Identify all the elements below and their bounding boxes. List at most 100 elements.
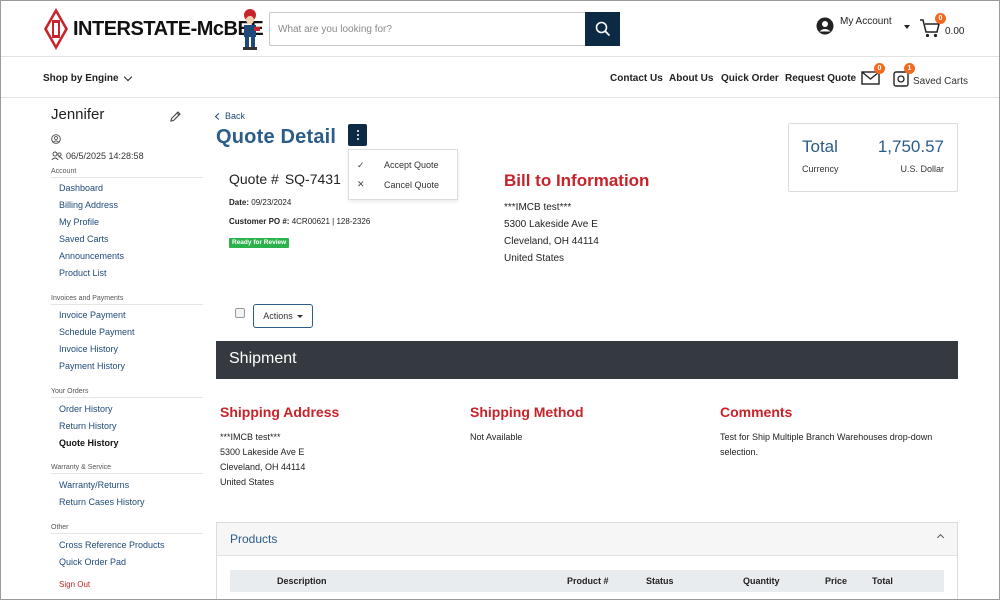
shipping-method-title: Shipping Method (470, 404, 584, 420)
column-price[interactable]: Price (825, 576, 847, 586)
saved-carts-label[interactable]: Saved Carts (913, 76, 968, 87)
brand-logo[interactable]: INTERSTATE-McBEE (43, 7, 264, 51)
sign-out-link[interactable]: Sign Out (59, 580, 90, 589)
quote-date: Date: 09/23/2024 (229, 198, 291, 207)
column-product-number[interactable]: Product # (567, 576, 609, 586)
nav-quick-order[interactable]: Quick Order (721, 73, 779, 84)
page-title: Quote Detail (216, 126, 337, 148)
my-account-label: My Account (840, 15, 892, 27)
quote-number-label: Quote # (229, 171, 279, 187)
search-button[interactable] (585, 12, 620, 46)
search-box (269, 12, 620, 46)
sidebar-item-dashboard[interactable]: Dashboard (59, 183, 103, 193)
sidebar-item-invoice-history[interactable]: Invoice History (59, 344, 118, 354)
search-input[interactable] (270, 13, 585, 45)
kebab-dot (356, 130, 359, 132)
brand-diamond-icon (44, 8, 68, 50)
page-frame: INTERSTATE-McBEE What are you looking fo… (0, 0, 1000, 600)
shipment-header: Shipment (216, 341, 958, 379)
actions-label: Actions (263, 311, 293, 321)
sidebar-item-return-history[interactable]: Return History (59, 421, 117, 431)
sidebar-item-quote-history[interactable]: Quote History (59, 438, 119, 448)
main-nav: Shop by Engine Contact Us About Us Quick… (1, 58, 999, 98)
account-caret-icon[interactable] (904, 25, 910, 29)
shop-by-engine-menu[interactable]: Shop by Engine (43, 72, 132, 84)
bill-line: Cleveland, OH 44114 (504, 236, 599, 247)
cart-total: 0.00 (945, 26, 965, 37)
close-icon: ✕ (357, 179, 365, 189)
total-amount: 1,750.57 (877, 137, 944, 156)
currency-label: Currency (802, 164, 839, 174)
section-account: Account (51, 168, 203, 178)
pencil-icon[interactable] (169, 110, 182, 123)
total-label: Total (802, 137, 838, 156)
sidebar-item-invoice-payment[interactable]: Invoice Payment (59, 310, 126, 320)
shop-by-engine-label: Shop by Engine (43, 73, 119, 84)
actions-dropdown[interactable]: Actions (253, 304, 313, 328)
section-other: Other (51, 524, 203, 534)
back-label: Back (225, 111, 246, 121)
shipping-address-title: Shipping Address (220, 404, 340, 420)
column-description[interactable]: Description (277, 576, 327, 586)
quote-options-button[interactable] (348, 124, 367, 146)
brand-name: INTERSTATE-McBEE (73, 17, 264, 40)
nav-about-us[interactable]: About Us (669, 73, 713, 84)
chevron-left-icon (214, 112, 223, 120)
check-icon: ✓ (357, 160, 365, 170)
sidebar-item-cross-reference-products[interactable]: Cross Reference Products (59, 540, 165, 550)
cart-button[interactable]: 0 (919, 13, 946, 39)
nav-request-quote[interactable]: Request Quote (785, 73, 856, 84)
saved-carts-count-badge: 1 (904, 63, 915, 74)
sidebar-item-product-list[interactable]: Product List (59, 268, 107, 278)
shipping-address-line: ***IMCB test*** (220, 432, 281, 442)
comments-line: Test for Ship Multiple Branch Warehouses… (720, 432, 933, 442)
sidebar-item-my-profile[interactable]: My Profile (59, 217, 99, 227)
messages-button[interactable]: 0 (861, 63, 885, 91)
cart-count-badge: 0 (935, 13, 946, 24)
column-quantity[interactable]: Quantity (743, 576, 780, 586)
date-value: 09/23/2024 (251, 198, 292, 207)
products-header[interactable]: Products (217, 523, 957, 556)
section-invoices-payments: Invoices and Payments (51, 295, 203, 305)
chevron-down-icon (123, 72, 132, 81)
column-total[interactable]: Total (872, 576, 893, 586)
sidebar-item-billing-address[interactable]: Billing Address (59, 200, 118, 210)
cancel-quote-item[interactable]: Cancel Quote (384, 180, 439, 190)
comments-title: Comments (720, 404, 793, 420)
back-link[interactable]: Back (214, 111, 246, 121)
customer-po: Customer PO #: 4CR00621 | 128-2326 (229, 217, 370, 226)
shipping-method-value: Not Available (470, 432, 523, 442)
saved-carts-button[interactable]: 1 (892, 63, 915, 93)
nav-contact-us[interactable]: Contact Us (610, 73, 663, 84)
shipping-address-line: 5300 Lakeside Ave E (220, 447, 305, 457)
sidebar-item-saved-carts[interactable]: Saved Carts (59, 234, 109, 244)
user-circle-icon (51, 134, 61, 144)
sidebar-item-warranty-returns[interactable]: Warranty/Returns (59, 480, 129, 490)
date-label: Date: (229, 198, 250, 207)
quote-number-value: SQ-7431 (284, 171, 341, 187)
my-account-menu[interactable]: My Account (816, 15, 892, 35)
bill-line: 5300 Lakeside Ave E (504, 219, 598, 230)
sidebar-item-payment-history[interactable]: Payment History (59, 361, 125, 371)
chevron-up-icon[interactable] (936, 533, 945, 542)
sidebar-item-order-history[interactable]: Order History (59, 404, 113, 414)
po-label: Customer PO #: (229, 217, 290, 226)
sidebar-item-schedule-payment[interactable]: Schedule Payment (59, 327, 135, 337)
products-title: Products (230, 532, 278, 546)
kebab-dot (356, 138, 359, 140)
select-all-checkbox[interactable] (235, 308, 245, 318)
users-icon (51, 151, 63, 161)
quote-options-menu: ✓ Accept Quote ✕ Cancel Quote (348, 149, 458, 200)
sidebar-item-return-cases-history[interactable]: Return Cases History (59, 497, 145, 507)
shipping-address-line: Cleveland, OH 44114 (220, 462, 306, 472)
column-status[interactable]: Status (646, 576, 674, 586)
sidebar-item-quick-order-pad[interactable]: Quick Order Pad (59, 557, 126, 567)
accept-quote-item[interactable]: Accept Quote (384, 160, 439, 170)
search-icon (595, 21, 610, 37)
last-login: 06/5/2025 14:28:58 (51, 151, 144, 161)
user-name: Jennifer (51, 106, 105, 123)
sidebar-item-announcements[interactable]: Announcements (59, 251, 124, 261)
po-value: 4CR00621 | 128-2326 (291, 217, 371, 226)
mascot-icon (243, 9, 260, 50)
messages-count-badge: 0 (874, 63, 885, 74)
